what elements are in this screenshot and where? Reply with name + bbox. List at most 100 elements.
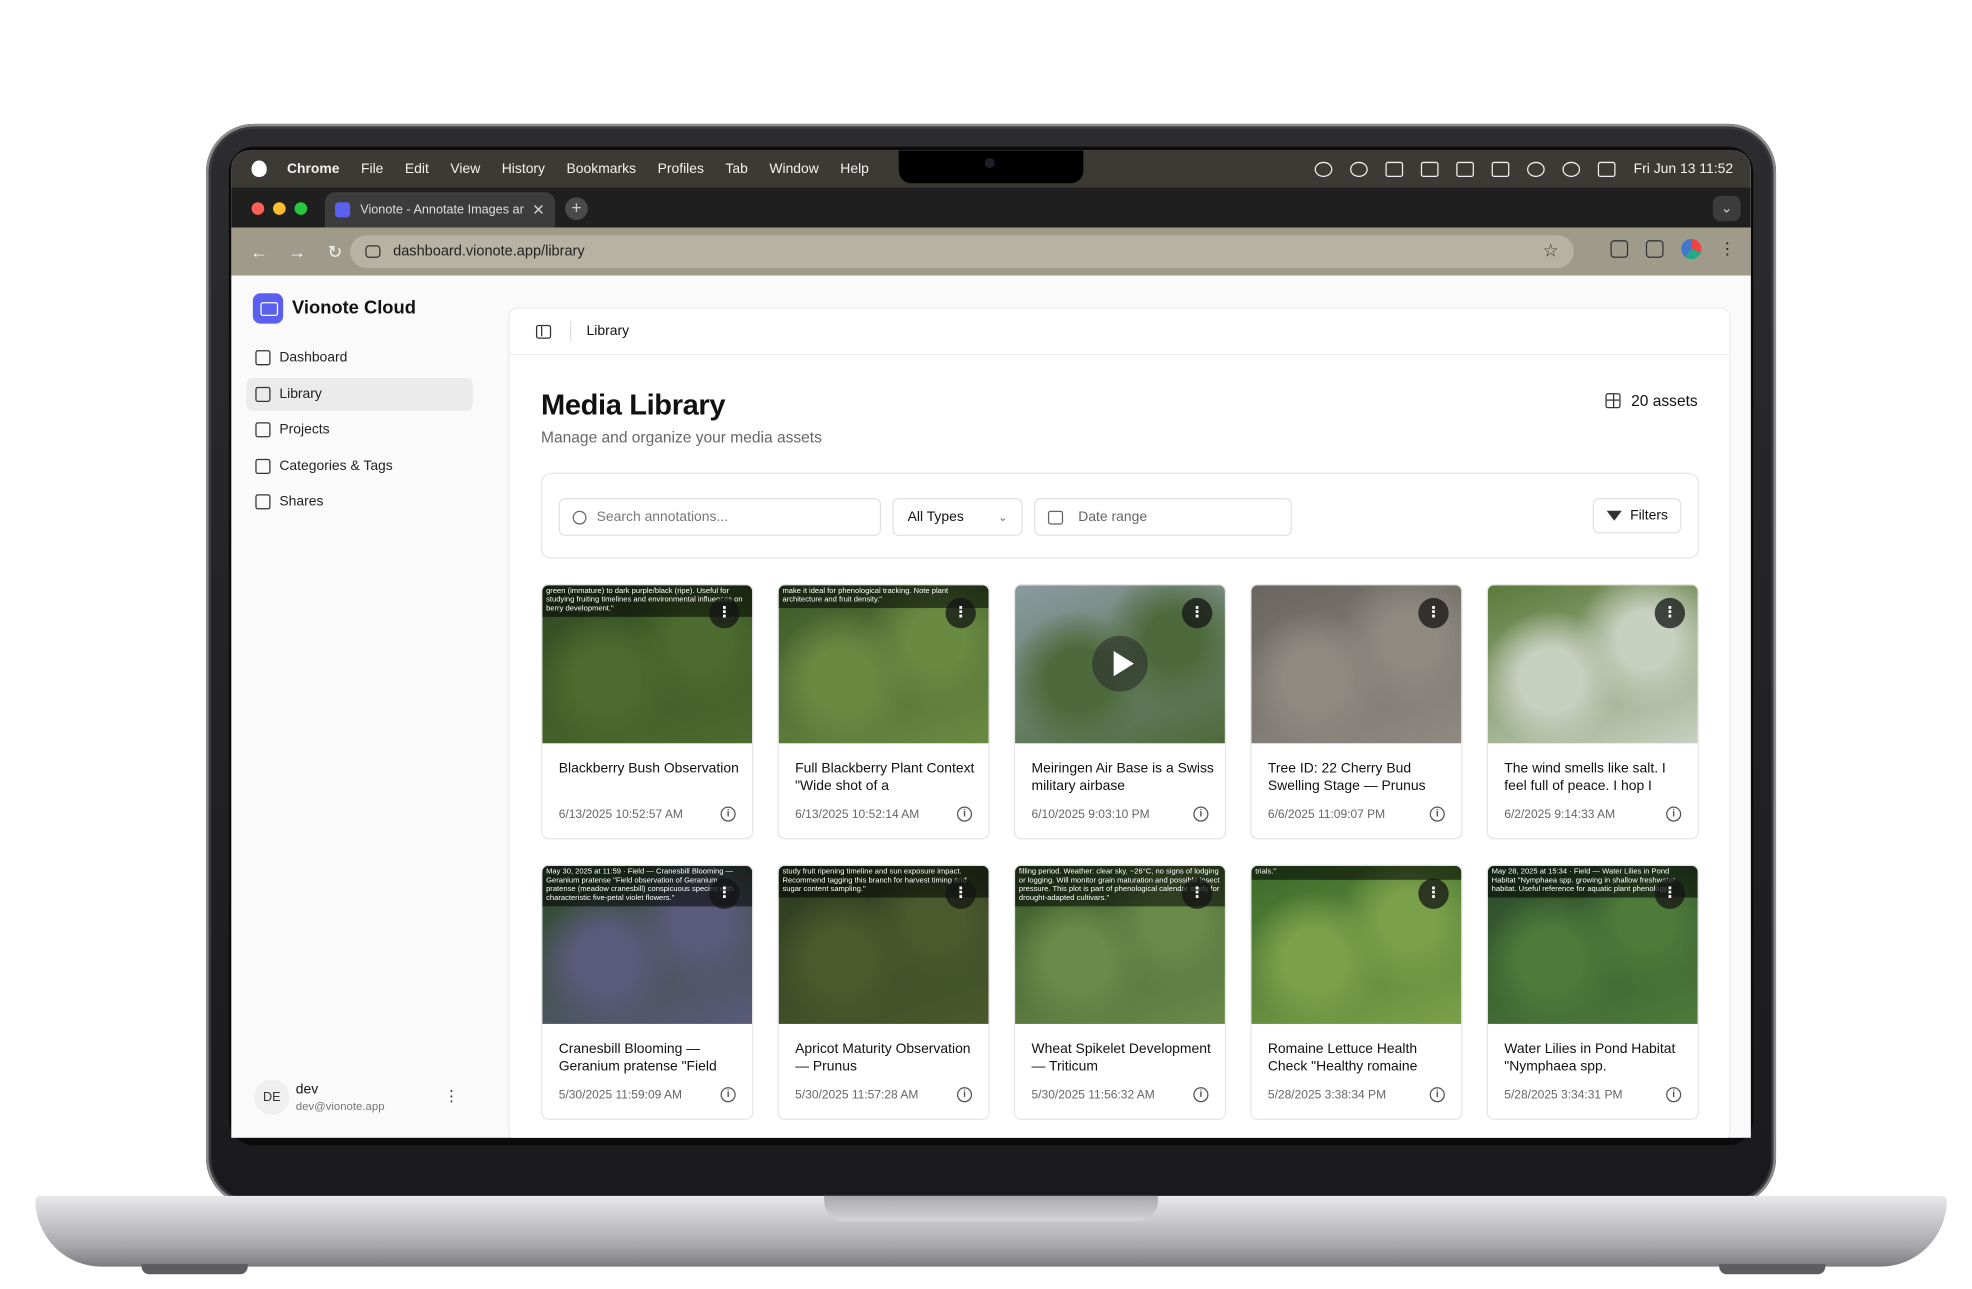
asset-card[interactable]: May 30, 2025 at 11:59 · Field — Cranesbi… bbox=[541, 864, 754, 1120]
web-app: Vionote Cloud Dashboard Library Projects bbox=[231, 275, 1751, 1138]
info-icon[interactable]: i bbox=[720, 1087, 736, 1103]
close-tab-icon[interactable]: ✕ bbox=[532, 201, 545, 219]
asset-card[interactable]: study fruit ripening timeline and sun ex… bbox=[777, 864, 990, 1120]
menu-history[interactable]: History bbox=[502, 161, 545, 176]
asset-card[interactable]: trials." ⋮ Romaine Lettuce Health Check "H… bbox=[1250, 864, 1463, 1120]
sidebar-item-categories-tags[interactable]: Categories & Tags bbox=[246, 450, 472, 483]
layout-icon[interactable] bbox=[1385, 161, 1404, 177]
asset-card[interactable]: ⋮ Tree ID: 22 Cherry Bud Swelling Stage —… bbox=[1250, 584, 1463, 840]
info-icon[interactable]: i bbox=[1666, 1087, 1682, 1103]
status-app-icon[interactable] bbox=[1350, 161, 1369, 177]
info-icon[interactable]: i bbox=[1429, 1087, 1445, 1103]
window-controls bbox=[251, 202, 308, 215]
browser-menu-icon[interactable]: ⋮ bbox=[1719, 239, 1735, 259]
control-center-icon[interactable] bbox=[1598, 161, 1616, 177]
search-input[interactable]: Search annotations... bbox=[558, 498, 882, 536]
menu-window[interactable]: Window bbox=[769, 161, 818, 176]
extension-icon[interactable] bbox=[1610, 240, 1629, 258]
info-icon[interactable]: i bbox=[1666, 806, 1682, 822]
apple-icon[interactable] bbox=[251, 160, 267, 177]
vionote-favicon bbox=[334, 202, 351, 218]
dashboard-icon bbox=[255, 350, 271, 366]
card-menu-kebab-icon[interactable]: ⋮ bbox=[709, 597, 740, 629]
back-arrow-icon[interactable]: ← bbox=[249, 241, 269, 261]
bookmark-star-icon[interactable]: ☆ bbox=[1543, 240, 1559, 261]
page-title: Media Library bbox=[541, 388, 726, 421]
card-menu-kebab-icon[interactable]: ⋮ bbox=[1654, 597, 1686, 629]
profile-avatar[interactable] bbox=[1681, 238, 1702, 260]
asset-card[interactable]: make it ideal for phenological tracking.… bbox=[777, 584, 990, 840]
card-menu-kebab-icon[interactable]: ⋮ bbox=[1181, 597, 1213, 629]
asset-date: 6/13/2025 10:52:14 AM bbox=[795, 807, 920, 822]
minimize-window-button[interactable] bbox=[273, 202, 286, 215]
url-text[interactable]: dashboard.vionote.app/library bbox=[393, 244, 585, 259]
card-menu-kebab-icon[interactable]: ⋮ bbox=[709, 878, 740, 909]
puzzle-extensions-icon[interactable] bbox=[1645, 240, 1664, 258]
reload-icon[interactable]: ↻ bbox=[325, 241, 345, 262]
card-menu-kebab-icon[interactable]: ⋮ bbox=[1654, 878, 1686, 909]
card-menu-kebab-icon[interactable]: ⋮ bbox=[1181, 878, 1213, 909]
menu-bar-clock[interactable]: Fri Jun 13 11:52 bbox=[1634, 161, 1733, 176]
menu-file[interactable]: File bbox=[361, 161, 383, 176]
zoom-window-button[interactable] bbox=[294, 202, 308, 215]
play-icon[interactable] bbox=[1092, 635, 1148, 692]
info-icon[interactable]: i bbox=[1193, 806, 1209, 822]
sidebar-item-library[interactable]: Library bbox=[246, 377, 473, 411]
card-menu-kebab-icon[interactable]: ⋮ bbox=[1418, 597, 1449, 629]
type-select[interactable]: All Types ⌄ bbox=[892, 498, 1023, 536]
battery-icon[interactable] bbox=[1492, 161, 1510, 177]
new-tab-button[interactable]: + bbox=[565, 197, 588, 220]
card-menu-kebab-icon[interactable]: ⋮ bbox=[945, 878, 976, 909]
status-app-icon[interactable] bbox=[1315, 161, 1333, 177]
brand[interactable]: Vionote Cloud bbox=[252, 293, 416, 324]
tab-search-button[interactable]: ⌄ bbox=[1712, 195, 1741, 222]
info-icon[interactable]: i bbox=[1193, 1087, 1209, 1103]
menu-bookmarks[interactable]: Bookmarks bbox=[567, 161, 637, 176]
date-range-picker[interactable]: Date range bbox=[1034, 498, 1292, 536]
menu-profiles[interactable]: Profiles bbox=[658, 161, 704, 176]
sidebar-item-projects[interactable]: Projects bbox=[246, 414, 472, 447]
forward-arrow-icon[interactable]: → bbox=[287, 241, 307, 261]
wifi-icon[interactable] bbox=[1527, 161, 1546, 177]
laptop-foot bbox=[1719, 1264, 1826, 1275]
asset-card[interactable]: ⋮ The wind smells like salt. I feel full … bbox=[1486, 584, 1699, 840]
menu-help[interactable]: Help bbox=[840, 161, 869, 176]
close-window-button[interactable] bbox=[251, 202, 265, 215]
sidebar-item-shares[interactable]: Shares bbox=[246, 486, 472, 519]
card-menu-kebab-icon[interactable]: ⋮ bbox=[945, 597, 976, 629]
calendar-icon bbox=[1047, 510, 1064, 524]
info-icon[interactable]: i bbox=[720, 806, 736, 822]
asset-title: Romaine Lettuce Health Check "Healthy ro… bbox=[1267, 1041, 1418, 1075]
browser-tab[interactable]: Vionote - Annotate Images ar ✕ bbox=[324, 192, 555, 228]
sidebar-toggle-icon[interactable] bbox=[535, 324, 552, 339]
info-icon[interactable]: i bbox=[1429, 806, 1445, 822]
site-info-icon[interactable] bbox=[365, 245, 381, 258]
main-panel: Library Media Library Manage and organiz… bbox=[508, 307, 1731, 1138]
asset-date: 5/28/2025 3:34:31 PM bbox=[1504, 1088, 1623, 1103]
asset-date: 5/30/2025 11:57:28 AM bbox=[795, 1088, 919, 1103]
asset-card[interactable]: filling period. Weather: clear sky, ~26°… bbox=[1013, 864, 1227, 1120]
asset-card[interactable]: green (immature) to dark purple/black (r… bbox=[541, 584, 754, 840]
menu-view[interactable]: View bbox=[450, 161, 480, 176]
info-icon[interactable]: i bbox=[956, 1087, 973, 1103]
notion-icon[interactable] bbox=[1421, 161, 1439, 177]
asset-date: 6/6/2025 11:09:07 PM bbox=[1267, 807, 1386, 822]
spotlight-search-icon[interactable] bbox=[1562, 161, 1581, 177]
menu-edit[interactable]: Edit bbox=[405, 161, 429, 176]
filters-button[interactable]: Filters bbox=[1592, 498, 1682, 534]
input-source-icon[interactable] bbox=[1456, 161, 1475, 177]
asset-card[interactable]: ⋮ Meiringen Air Base is a Swiss military … bbox=[1013, 584, 1227, 840]
user-menu[interactable]: DE dev dev@vionote.app ⋮ bbox=[254, 1077, 471, 1117]
sidebar-item-dashboard[interactable]: Dashboard bbox=[246, 341, 472, 374]
card-menu-kebab-icon[interactable]: ⋮ bbox=[1418, 878, 1449, 909]
address-bar[interactable]: dashboard.vionote.app/library ☆ bbox=[350, 235, 1574, 268]
date-range-placeholder: Date range bbox=[1078, 509, 1148, 525]
menu-tab[interactable]: Tab bbox=[725, 161, 747, 176]
info-icon[interactable]: i bbox=[956, 806, 973, 822]
sidebar-item-label: Dashboard bbox=[279, 350, 348, 366]
asset-title: Water Lilies in Pond Habitat "Nymphaea s… bbox=[1504, 1041, 1676, 1075]
asset-card[interactable]: May 28, 2025 at 15:34 · Field — Water Li… bbox=[1486, 864, 1699, 1120]
menu-chrome[interactable]: Chrome bbox=[287, 161, 340, 176]
user-menu-kebab-icon[interactable]: ⋮ bbox=[444, 1087, 459, 1105]
sidebar-item-label: Shares bbox=[279, 494, 324, 510]
